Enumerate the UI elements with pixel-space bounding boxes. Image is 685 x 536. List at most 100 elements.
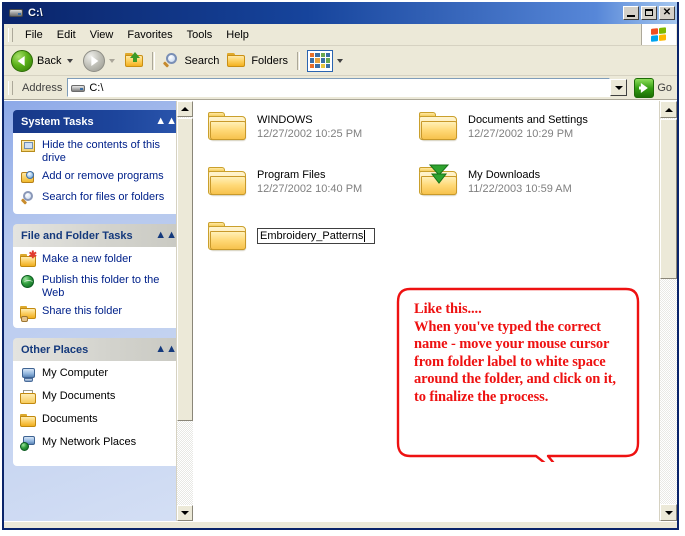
task-add-remove-programs[interactable]: Add or remove programs <box>20 170 178 186</box>
window-controls: ✕ <box>623 6 675 20</box>
panel-body-file-folder-tasks: ✱ Make a new folder Publish this folder … <box>13 247 185 328</box>
place-label: My Network Places <box>42 436 137 448</box>
explorer-body: System Tasks ▲▲ Hide the contents of thi… <box>4 100 677 521</box>
scroll-down-button[interactable] <box>177 505 193 521</box>
menu-bar: File Edit View Favorites Tools Help <box>4 24 677 46</box>
views-chevron-down-icon[interactable] <box>337 58 344 63</box>
menu-grip[interactable] <box>8 27 13 42</box>
task-hide-contents[interactable]: Hide the contents of this drive <box>20 139 178 165</box>
menu-item-view[interactable]: View <box>83 27 121 43</box>
go-button[interactable]: Go <box>631 77 675 98</box>
file-item-windows[interactable]: WINDOWS 12/27/2002 10:25 PM <box>207 109 362 144</box>
file-item-documents-and-settings[interactable]: Documents and Settings 12/27/2002 10:29 … <box>418 109 588 144</box>
scroll-thumb[interactable] <box>660 119 677 279</box>
chevron-up-icon[interactable]: ▲▲ <box>155 230 177 241</box>
text-caret <box>364 230 366 242</box>
file-item-renaming[interactable]: Embroidery_Patterns <box>207 219 375 254</box>
file-item-program-files[interactable]: Program Files 12/27/2002 10:40 PM <box>207 164 362 199</box>
address-dropdown-button[interactable] <box>610 79 628 96</box>
explorer-screenshot: C:\ ✕ File Edit View Favorites Tools Hel… <box>0 0 685 536</box>
title-bar[interactable]: C:\ ✕ <box>4 2 677 24</box>
close-button[interactable]: ✕ <box>659 6 675 20</box>
share-folder-icon <box>20 305 37 322</box>
menu-item-edit[interactable]: Edit <box>50 27 83 43</box>
panel-header-other-places[interactable]: Other Places ▲▲ <box>13 338 185 361</box>
my-network-places-icon <box>20 436 37 452</box>
task-label: Share this folder <box>42 305 123 317</box>
task-label: Search for files or folders <box>42 191 165 203</box>
views-button[interactable] <box>304 49 350 73</box>
task-publish-to-web[interactable]: Publish this folder to the Web <box>20 274 178 300</box>
search-button[interactable]: Search <box>159 49 224 73</box>
place-label: My Documents <box>42 390 116 402</box>
panel-header-system-tasks[interactable]: System Tasks ▲▲ <box>13 110 185 133</box>
chevron-up-icon[interactable]: ▲▲ <box>155 116 177 127</box>
place-my-network-places[interactable]: My Network Places <box>20 436 178 452</box>
file-name: Program Files <box>257 169 326 181</box>
panel-other-places: Other Places ▲▲ My Computer My Documents <box>13 338 185 466</box>
forward-button[interactable] <box>80 49 122 73</box>
address-grip[interactable] <box>8 80 13 95</box>
add-remove-programs-icon <box>20 170 37 186</box>
publish-web-icon <box>20 274 37 290</box>
forward-history-chevron-down-icon[interactable] <box>109 58 116 63</box>
task-label: Hide the contents of this drive <box>42 139 161 164</box>
task-search-files[interactable]: Search for files or folders <box>20 191 178 207</box>
menu-item-tools[interactable]: Tools <box>180 27 220 43</box>
file-name: My Downloads <box>468 169 541 181</box>
maximize-button[interactable] <box>641 6 657 20</box>
panel-header-file-folder-tasks[interactable]: File and Folder Tasks ▲▲ <box>13 224 185 247</box>
file-list-pane[interactable]: WINDOWS 12/27/2002 10:25 PM Documents an… <box>193 101 677 521</box>
minimize-button[interactable] <box>623 6 639 20</box>
windows-flag-icon <box>641 24 676 45</box>
hide-contents-icon <box>20 139 37 155</box>
scroll-thumb[interactable] <box>177 118 193 421</box>
chevron-up-icon[interactable]: ▲▲ <box>155 344 177 355</box>
folders-button[interactable]: Folders <box>224 49 293 73</box>
scroll-down-button[interactable] <box>660 504 677 521</box>
menu-item-help[interactable]: Help <box>219 27 256 43</box>
place-my-computer[interactable]: My Computer <box>20 367 178 383</box>
back-arrow-icon <box>11 49 33 72</box>
address-input[interactable]: C:\ <box>67 78 611 97</box>
rename-input[interactable]: Embroidery_Patterns <box>257 228 375 244</box>
my-computer-icon <box>20 367 37 383</box>
back-label: Back <box>37 54 62 67</box>
task-make-new-folder[interactable]: ✱ Make a new folder <box>20 251 178 269</box>
menu-item-favorites[interactable]: Favorites <box>120 27 179 43</box>
back-history-chevron-down-icon[interactable] <box>67 58 74 63</box>
up-button[interactable] <box>122 49 148 73</box>
folder-icon <box>207 164 249 199</box>
folder-icon <box>207 109 249 144</box>
toolbar-separator <box>152 51 156 70</box>
back-button[interactable]: Back <box>8 49 80 73</box>
file-list-scrollbar[interactable] <box>659 101 677 521</box>
panel-body-other-places: My Computer My Documents Documents My Ne… <box>13 361 185 466</box>
task-pane-scrollbar[interactable] <box>176 101 193 521</box>
scroll-up-button[interactable] <box>660 101 677 118</box>
file-date: 12/27/2002 10:29 PM <box>468 128 574 140</box>
go-arrow-icon <box>634 77 655 98</box>
status-bar <box>4 521 677 528</box>
panel-body-system-tasks: Hide the contents of this drive Add or r… <box>13 133 185 214</box>
window-title: C:\ <box>28 7 43 19</box>
rename-value: Embroidery_Patterns <box>260 230 364 242</box>
go-label: Go <box>657 81 672 94</box>
file-item-my-downloads[interactable]: My Downloads 11/22/2003 10:59 AM <box>418 164 572 199</box>
place-my-documents[interactable]: My Documents <box>20 390 178 406</box>
toolbar-separator-2 <box>297 51 301 70</box>
search-files-icon <box>20 191 37 207</box>
folders-icon <box>227 52 247 69</box>
task-share-folder[interactable]: Share this folder <box>20 305 178 322</box>
place-documents[interactable]: Documents <box>20 413 178 429</box>
chevron-down-icon <box>614 85 623 90</box>
up-one-level-icon <box>125 52 145 69</box>
task-label: Publish this folder to the Web <box>42 274 160 299</box>
menu-item-file[interactable]: File <box>18 27 50 43</box>
views-grid-icon <box>307 49 334 72</box>
scroll-up-button[interactable] <box>177 101 193 117</box>
file-date: 11/22/2003 10:59 AM <box>468 183 572 195</box>
folder-icon <box>418 109 460 144</box>
new-folder-icon: ✱ <box>20 251 37 269</box>
hard-drive-icon <box>8 5 24 21</box>
